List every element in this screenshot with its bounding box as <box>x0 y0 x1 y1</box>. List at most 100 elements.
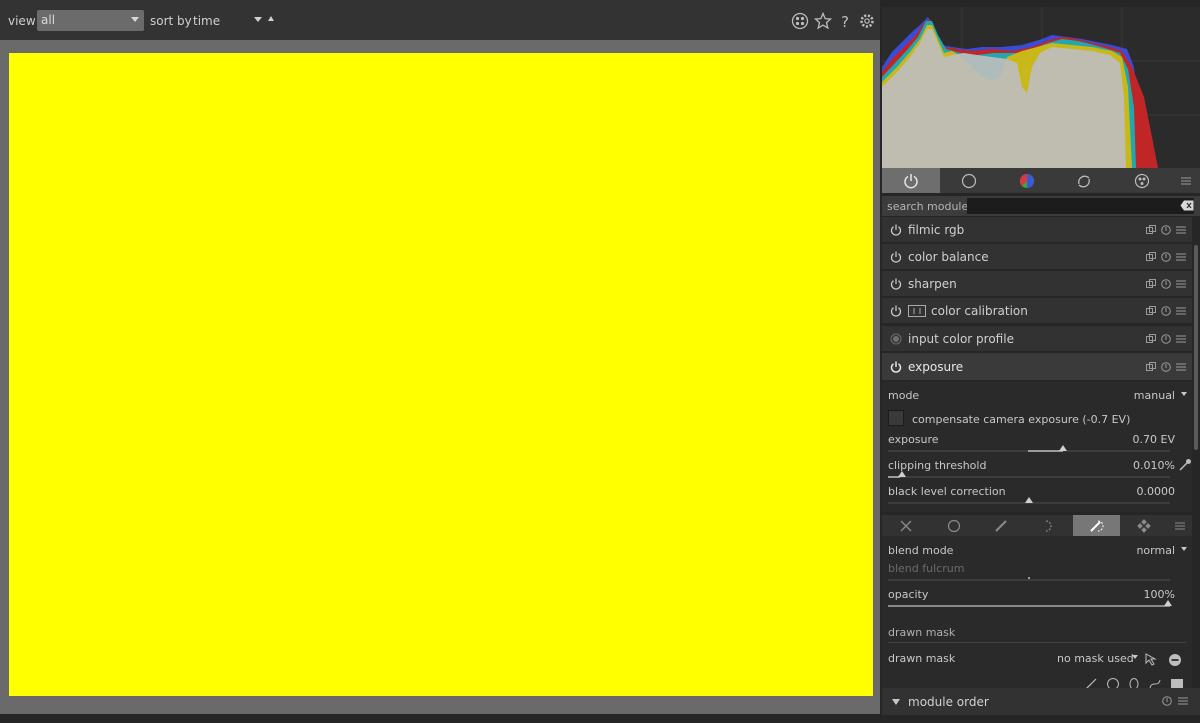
slider-handle[interactable] <box>1059 445 1067 451</box>
drawn-mask-label: drawn mask <box>888 652 956 665</box>
module-name: color balance <box>908 250 989 264</box>
tab-blend-parametric[interactable] <box>1025 515 1073 536</box>
exposure-slider[interactable] <box>888 445 1170 452</box>
multi-instance-icon[interactable] <box>1146 361 1156 371</box>
chevron-down-icon[interactable] <box>254 17 262 22</box>
drawn-mask-section-header: drawn mask <box>888 626 956 639</box>
circle-icon <box>947 519 960 532</box>
tab-blend-uniform[interactable] <box>930 515 978 536</box>
tab-presets-menu[interactable] <box>1171 168 1200 193</box>
power-icon[interactable] <box>890 361 902 373</box>
blend-tabs <box>882 515 1192 536</box>
module-actions <box>1146 224 1186 235</box>
clipping-threshold-slider[interactable] <box>888 471 1170 478</box>
clipping-threshold-value: 0.010% <box>1133 459 1175 472</box>
slider-handle[interactable] <box>1028 577 1030 579</box>
ellipse-shape-icon[interactable] <box>1128 676 1140 688</box>
module-sharpen[interactable]: sharpen <box>882 271 1192 297</box>
opacity-slider[interactable] <box>888 600 1172 607</box>
reset-icon[interactable] <box>1162 696 1172 706</box>
presets-menu-icon[interactable] <box>1176 224 1186 234</box>
presets-menu-icon[interactable] <box>1178 696 1188 706</box>
brush-icon[interactable] <box>1084 676 1098 688</box>
reset-icon[interactable] <box>1161 333 1171 344</box>
chevron-down-icon <box>131 17 139 22</box>
chevron-down-icon <box>1181 392 1187 396</box>
module-order-section[interactable]: module order <box>882 688 1200 715</box>
drawn-parametric-icon <box>1089 520 1104 532</box>
module-filmic-rgb[interactable]: filmic rgb <box>882 217 1192 243</box>
multi-instance-icon[interactable] <box>1146 251 1156 261</box>
compensate-exposure-label: compensate camera exposure (-0.7 EV) <box>912 413 1131 426</box>
reset-icon[interactable] <box>1161 305 1171 316</box>
gradient-shape-icon[interactable] <box>1170 676 1184 688</box>
search-module-input[interactable] <box>967 198 1194 214</box>
color-picker-icon[interactable] <box>1178 458 1192 472</box>
blend-mode-dropdown[interactable]: normal <box>1136 544 1175 557</box>
power-icon[interactable] <box>890 251 902 263</box>
module-input-color-profile[interactable]: input color profile <box>882 326 1192 352</box>
module-color-calibration[interactable]: color calibration <box>882 298 1192 324</box>
slider-handle[interactable] <box>898 471 906 477</box>
power-icon[interactable] <box>890 224 902 236</box>
view-filter-dropdown[interactable]: all <box>37 10 144 31</box>
gear-icon[interactable] <box>858 12 876 30</box>
presets-menu-icon[interactable] <box>1176 333 1186 343</box>
mode-label: mode <box>888 389 920 402</box>
tab-correct-modules[interactable] <box>1055 168 1113 193</box>
blend-fulcrum-label: blend fulcrum <box>888 562 965 575</box>
star-icon[interactable] <box>814 12 832 30</box>
mode-dropdown[interactable]: manual <box>1134 389 1175 402</box>
help-icon[interactable]: ? <box>836 12 854 30</box>
slider-handle[interactable] <box>1025 497 1033 503</box>
search-module-row: search module <box>882 196 1200 216</box>
tab-blend-drawn[interactable] <box>977 515 1025 536</box>
path-shape-icon[interactable] <box>1148 676 1162 688</box>
module-exposure-header[interactable]: exposure <box>882 353 1192 381</box>
black-level-slider[interactable] <box>888 497 1170 504</box>
sort-direction-icon[interactable] <box>268 16 274 21</box>
power-icon[interactable] <box>890 305 902 317</box>
module-actions <box>1146 251 1186 262</box>
module-color-balance[interactable]: color balance <box>882 244 1192 270</box>
circle-shape-icon[interactable] <box>1106 676 1120 688</box>
tab-base-modules[interactable] <box>940 168 998 193</box>
histogram[interactable] <box>882 7 1200 168</box>
svg-text:?: ? <box>841 13 849 30</box>
blend-presets-menu[interactable] <box>1168 515 1192 536</box>
tab-blend-off[interactable] <box>882 515 930 536</box>
clear-search-icon[interactable] <box>1180 200 1194 211</box>
menu-icon <box>1175 522 1186 529</box>
tab-active-modules[interactable] <box>882 168 940 193</box>
slider-handle[interactable] <box>1164 600 1172 606</box>
tab-blend-raster[interactable] <box>1120 515 1168 536</box>
reset-icon[interactable] <box>1161 278 1171 289</box>
module-name: color calibration <box>931 304 1028 318</box>
tab-blend-drawn-parametric[interactable] <box>1072 515 1121 536</box>
show-mask-icon[interactable] <box>1144 652 1158 666</box>
blend-fulcrum-slider[interactable] <box>888 577 1170 581</box>
presets-menu-icon[interactable] <box>1176 278 1186 288</box>
reset-icon[interactable] <box>1161 361 1171 372</box>
presets-menu-icon[interactable] <box>1176 305 1186 315</box>
always-on-icon <box>890 333 902 345</box>
power-icon[interactable] <box>890 278 902 290</box>
reset-icon[interactable] <box>1161 251 1171 262</box>
sort-by-label: sort by <box>150 14 192 28</box>
bottom-toolbar <box>0 714 880 723</box>
tab-effect-modules[interactable] <box>1113 168 1171 193</box>
module-scrollbar[interactable] <box>1194 245 1198 450</box>
remove-mask-icon[interactable] <box>1168 653 1182 667</box>
compensate-exposure-checkbox[interactable] <box>888 410 904 426</box>
grouping-icon[interactable] <box>791 12 809 30</box>
sort-by-dropdown[interactable]: time <box>193 14 220 28</box>
presets-menu-icon[interactable] <box>1176 361 1186 371</box>
image-preview[interactable] <box>9 53 873 696</box>
multi-instance-icon[interactable] <box>1146 224 1156 234</box>
tab-color-modules[interactable] <box>998 168 1056 193</box>
multi-instance-icon[interactable] <box>1146 305 1156 315</box>
multi-instance-icon[interactable] <box>1146 278 1156 288</box>
presets-menu-icon[interactable] <box>1176 251 1186 261</box>
multi-instance-icon[interactable] <box>1146 333 1156 343</box>
reset-icon[interactable] <box>1161 224 1171 235</box>
